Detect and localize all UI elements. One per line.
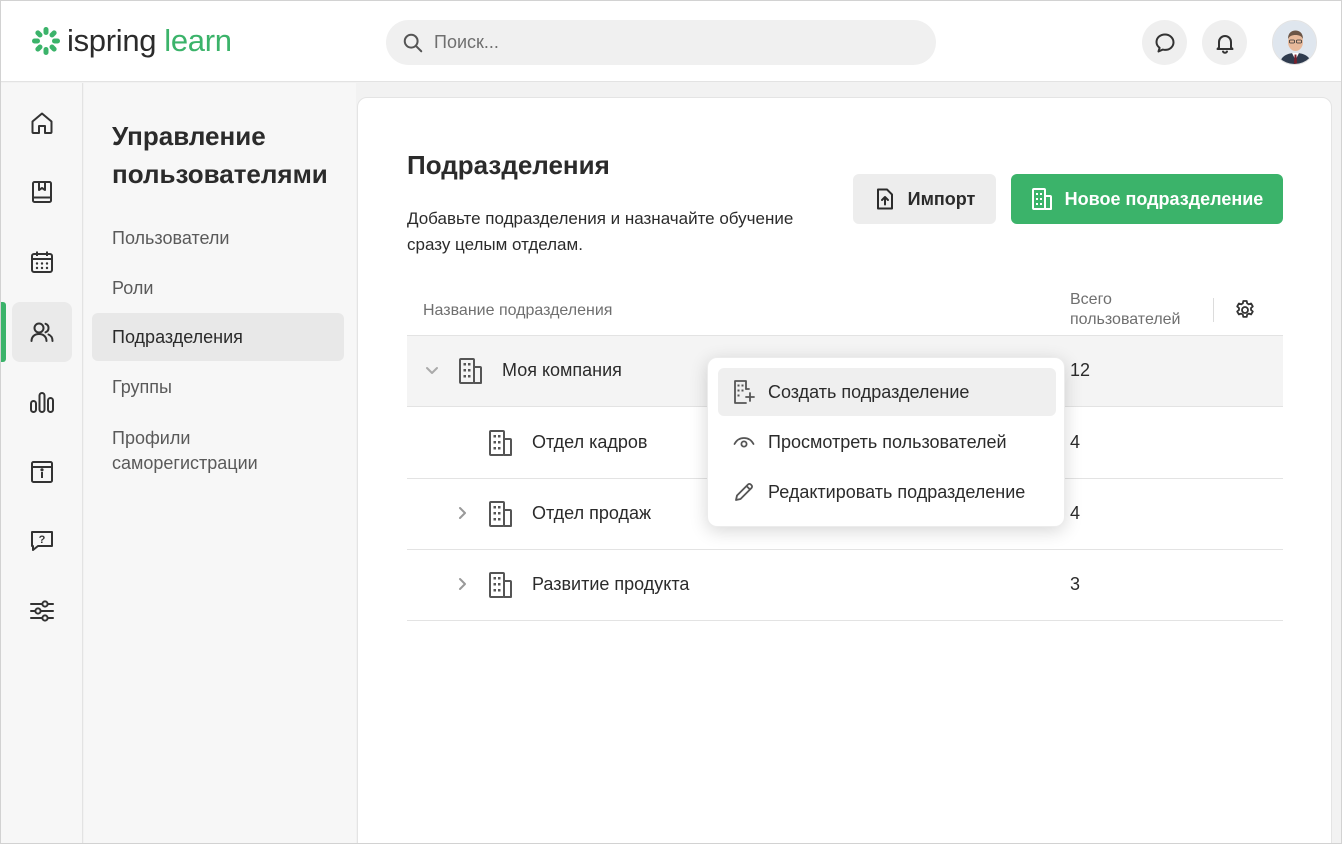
nav-item-label: Роли <box>112 277 154 298</box>
nav-item-label: Пользователи <box>112 227 230 248</box>
section-nav: Управление пользователями Пользователи Р… <box>84 83 356 843</box>
svg-text:?: ? <box>39 534 46 546</box>
menu-item-edit-department[interactable]: Редактировать подразделение <box>718 468 1056 516</box>
building-icon <box>459 358 482 384</box>
active-indicator <box>1 302 6 362</box>
search-icon <box>403 33 423 52</box>
menu-item-view-users[interactable]: Просмотреть пользователей <box>718 418 1056 466</box>
menu-item-create-department[interactable]: Создать подразделение <box>718 368 1056 416</box>
bell-icon <box>1216 34 1233 54</box>
info-card-icon <box>31 461 53 483</box>
logo-mark-icon <box>32 27 60 55</box>
chat-icon <box>1155 33 1174 52</box>
rail-home[interactable] <box>12 93 72 153</box>
nav-item-roles[interactable]: Роли <box>92 264 344 312</box>
users-icon <box>30 322 54 342</box>
rail-settings[interactable] <box>12 581 72 641</box>
table-settings-button[interactable] <box>1233 298 1257 327</box>
avatar[interactable] <box>1272 20 1317 65</box>
menu-item-label: Редактировать подразделение <box>768 481 1026 502</box>
department-user-count: 3 <box>1070 574 1081 594</box>
building-icon <box>489 430 512 456</box>
new-department-button[interactable]: Новое подразделение <box>1011 174 1283 224</box>
chat-button[interactable] <box>1142 20 1187 65</box>
column-name: Название подразделения <box>423 302 613 319</box>
nav-item-self-registration[interactable]: Профили саморегистрации <box>92 424 344 480</box>
home-icon <box>31 112 53 134</box>
nav-item-label: Группы <box>112 376 172 397</box>
notifications-button[interactable] <box>1202 20 1247 65</box>
department-context-menu: Создать подразделение Просмотреть пользо… <box>707 357 1065 527</box>
department-name[interactable]: Отдел кадров <box>532 432 647 453</box>
menu-item-label: Просмотреть пользователей <box>768 431 1007 452</box>
new-department-label: Новое подразделение <box>1064 188 1264 209</box>
search-box[interactable] <box>386 20 936 65</box>
icon-rail: ? <box>1 83 83 843</box>
gear-icon <box>1236 300 1254 318</box>
page-description: Добавьте подразделения и назначайте обуч… <box>407 209 794 254</box>
menu-item-label: Создать подразделение <box>768 381 970 402</box>
department-name[interactable]: Моя компания <box>502 360 622 381</box>
nav-item-groups[interactable]: Группы <box>92 363 344 411</box>
top-bar: ispring learn <box>1 1 1341 82</box>
building-plus-icon <box>734 380 755 404</box>
nav-item-users[interactable]: Пользователи <box>92 214 344 262</box>
rail-calendar[interactable] <box>12 232 72 292</box>
user-photo-icon <box>1273 21 1316 64</box>
settings-sliders-icon <box>30 600 54 622</box>
nav-item-label: Подразделения <box>112 326 243 347</box>
department-name[interactable]: Отдел продаж <box>532 503 651 524</box>
eye-icon <box>733 437 755 448</box>
rail-reports[interactable] <box>12 372 72 432</box>
department-user-count: 4 <box>1070 432 1081 452</box>
book-icon <box>32 181 52 203</box>
import-label: Импорт <box>907 188 976 209</box>
building-icon <box>1031 188 1052 210</box>
department-user-count: 4 <box>1070 503 1081 523</box>
page-title: Подразделения <box>407 150 610 180</box>
rail-users[interactable] <box>12 302 72 362</box>
nav-item-label: Профили саморегистрации <box>112 428 258 473</box>
building-icon <box>489 572 512 598</box>
section-title: Управление пользователями <box>112 121 328 189</box>
pencil-icon <box>735 483 753 501</box>
import-button[interactable]: Импорт <box>853 174 996 224</box>
chevron-right-icon[interactable] <box>454 505 470 521</box>
logo-text: ispring learn <box>67 23 232 58</box>
department-name[interactable]: Развитие продукта <box>532 574 689 595</box>
logo[interactable]: ispring learn <box>31 23 232 59</box>
rail-info[interactable] <box>12 442 72 502</box>
column-total-users: Всего пользователей <box>1070 291 1181 328</box>
chevron-down-icon[interactable] <box>424 362 440 378</box>
rail-catalog[interactable] <box>12 162 72 222</box>
header-divider <box>1213 298 1214 322</box>
department-user-count: 12 <box>1070 360 1091 380</box>
help-chat-icon: ? <box>31 531 53 551</box>
app-window: ispring learn Поиск... ? Управление поль… <box>0 0 1342 844</box>
building-icon <box>489 501 512 527</box>
chart-icon <box>30 392 54 413</box>
table-row[interactable]: Развитие продукта 3 <box>407 550 1283 621</box>
upload-file-icon <box>876 188 893 210</box>
table-header: Название подразделения Всего пользовател… <box>407 286 1283 336</box>
rail-help[interactable]: ? <box>12 511 72 571</box>
nav-item-departments[interactable]: Подразделения <box>92 313 344 361</box>
chevron-right-icon[interactable] <box>454 576 470 592</box>
search-input[interactable] <box>434 32 904 53</box>
calendar-icon <box>31 251 53 273</box>
